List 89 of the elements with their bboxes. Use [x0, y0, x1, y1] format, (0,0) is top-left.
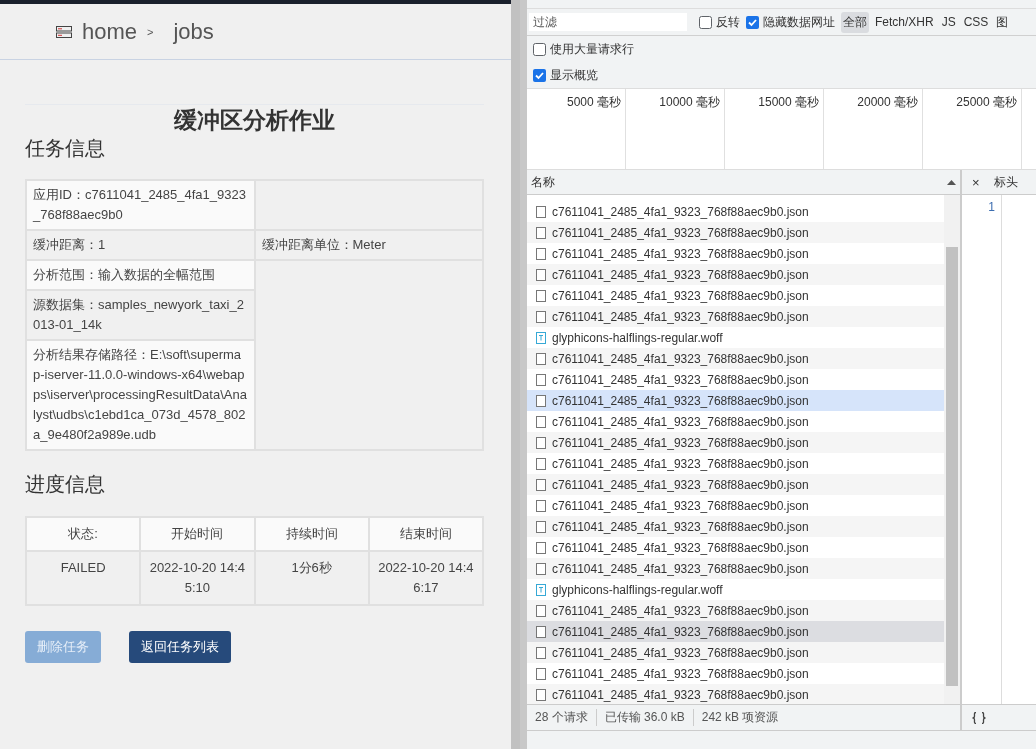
type-filter-tab[interactable]: CSS — [961, 13, 991, 31]
file-icon — [536, 205, 546, 218]
info-cell: 应用ID：c7611041_2485_4fa1_9323_768f88aec9b0 — [26, 180, 255, 230]
section-heading: 任务信息 — [25, 136, 106, 161]
request-row[interactable]: c7611041_2485_4fa1_9323_768f88aec9b0.json — [527, 306, 944, 327]
file-icon — [536, 625, 546, 638]
breadcrumb-separator: > — [147, 25, 154, 38]
file-icon — [536, 226, 546, 239]
request-row[interactable]: c7611041_2485_4fa1_9323_768f88aec9b0.json — [527, 264, 944, 285]
file-icon — [536, 646, 546, 659]
column-header[interactable]: 名称 — [531, 173, 555, 191]
checkbox-label: 使用大量请求行 — [550, 40, 634, 58]
file-icon — [536, 541, 546, 554]
server-icon — [56, 25, 72, 38]
file-icon — [536, 394, 546, 407]
sort-arrow-icon — [947, 179, 956, 185]
file-icon — [536, 289, 546, 302]
info-cell: 源数据集：samples_newyork_taxi_2013-01_14k — [26, 290, 255, 340]
status-text: 已传输 36.0 kB — [596, 709, 694, 726]
request-row[interactable]: c7611041_2485_4fa1_9323_768f88aec9b0.json — [527, 474, 944, 495]
request-row[interactable]: c7611041_2485_4fa1_9323_768f88aec9b0.json — [527, 348, 944, 369]
column-header: 结束时间 — [368, 517, 483, 551]
file-icon — [536, 604, 546, 617]
request-row[interactable]: c7611041_2485_4fa1_9323_768f88aec9b0.json — [527, 558, 944, 579]
file-icon — [536, 457, 546, 470]
info-cell: 分析结果存储路径：E:\soft\supermap-iserver-11.0.0-windows-x64\webapps\iserver\processingResultData\Analyst\udbs\c1ebd1ca_073d_4578_802a_9e480f2a989e.udb — [26, 340, 255, 450]
request-row[interactable]: c7611041_2485_4fa1_9323_768f88aec9b0.json — [527, 621, 944, 642]
font-file-icon — [536, 331, 546, 344]
timeline-tick-label: 10000 毫秒 — [659, 95, 720, 109]
request-row[interactable]: c7611041_2485_4fa1_9323_768f88aec9b0.json — [527, 222, 944, 243]
back-button[interactable]: 返回任务列表 — [129, 631, 231, 663]
braces-icon[interactable] — [972, 711, 986, 724]
timeline-tick-label: 20000 毫秒 — [857, 95, 918, 109]
info-cell: 分析范围：输入数据的全幅范围 — [26, 260, 255, 290]
font-file-icon — [536, 583, 546, 596]
checkbox[interactable] — [533, 42, 546, 56]
file-icon — [536, 478, 546, 491]
info-cell: 缓冲距离：1 — [26, 230, 255, 260]
line-number: 1 — [988, 200, 995, 214]
filter-field[interactable]: 过滤 — [529, 13, 687, 31]
timeline-tick-label: 25000 毫秒 — [956, 95, 1017, 109]
checkbox-label: 隐藏数据网址 — [763, 13, 835, 31]
checkbox-label: 显示概览 — [550, 66, 598, 84]
column-header: 持续时间 — [254, 517, 369, 551]
status-text: 28 个请求 — [527, 709, 597, 726]
type-filter-tab[interactable]: 全部 — [841, 11, 869, 33]
request-row[interactable]: c7611041_2485_4fa1_9323_768f88aec9b0.json — [527, 432, 944, 453]
column-header: 状态: — [26, 517, 141, 551]
timeline-tick-label: 5000 毫秒 — [566, 95, 621, 109]
file-icon — [536, 562, 546, 575]
section-heading: 进度信息 — [25, 472, 106, 497]
file-icon — [536, 268, 546, 281]
table-cell: 1分6秒 — [254, 551, 369, 605]
file-icon — [536, 310, 546, 323]
file-icon — [536, 373, 546, 386]
checkbox[interactable] — [746, 15, 759, 29]
table-cell: 2022-10-20 14:46:17 — [368, 551, 483, 605]
file-icon — [536, 247, 546, 260]
file-icon — [536, 499, 546, 512]
scrollbar[interactable] — [511, 0, 520, 749]
column-header: 开始时间 — [140, 517, 255, 551]
page-title: 缓冲区分析作业 — [25, 104, 484, 135]
scrollbar-thumb[interactable] — [946, 247, 958, 686]
request-row[interactable]: c7611041_2485_4fa1_9323_768f88aec9b0.json — [527, 516, 944, 537]
info-cell: 缓冲距离单位：Meter — [254, 230, 483, 260]
type-filter-tab[interactable]: 图 — [994, 11, 1011, 33]
request-row[interactable]: c7611041_2485_4fa1_9323_768f88aec9b0.json — [527, 600, 944, 621]
timeline-tick-label: 15000 毫秒 — [758, 95, 819, 109]
detail-tab[interactable]: 标头 — [993, 173, 1018, 191]
type-filter-tab[interactable]: JS — [939, 13, 958, 31]
file-icon — [536, 667, 546, 680]
status-text: 242 kB 项资源 — [700, 709, 780, 726]
checkbox-label: 反转 — [716, 13, 740, 31]
request-row[interactable]: c7611041_2485_4fa1_9323_768f88aec9b0.json — [527, 390, 944, 411]
table-cell: FAILED — [26, 551, 141, 605]
checkbox[interactable] — [533, 68, 546, 82]
request-row[interactable]: c7611041_2485_4fa1_9323_768f88aec9b0.json — [527, 642, 944, 663]
table-cell: 2022-10-20 14:45:10 — [140, 551, 255, 605]
file-icon — [536, 688, 546, 701]
type-filter-tab[interactable]: Fetch/XHR — [873, 13, 936, 31]
file-icon — [536, 520, 546, 533]
file-icon — [536, 352, 546, 365]
close-icon[interactable]: × — [972, 174, 980, 190]
request-row[interactable]: c7611041_2485_4fa1_9323_768f88aec9b0.json — [527, 684, 944, 704]
breadcrumb-link[interactable]: home — [82, 18, 138, 45]
breadcrumb-link[interactable]: jobs — [173, 18, 214, 45]
file-icon — [536, 436, 546, 449]
checkbox[interactable] — [699, 15, 712, 29]
file-icon — [536, 415, 546, 428]
